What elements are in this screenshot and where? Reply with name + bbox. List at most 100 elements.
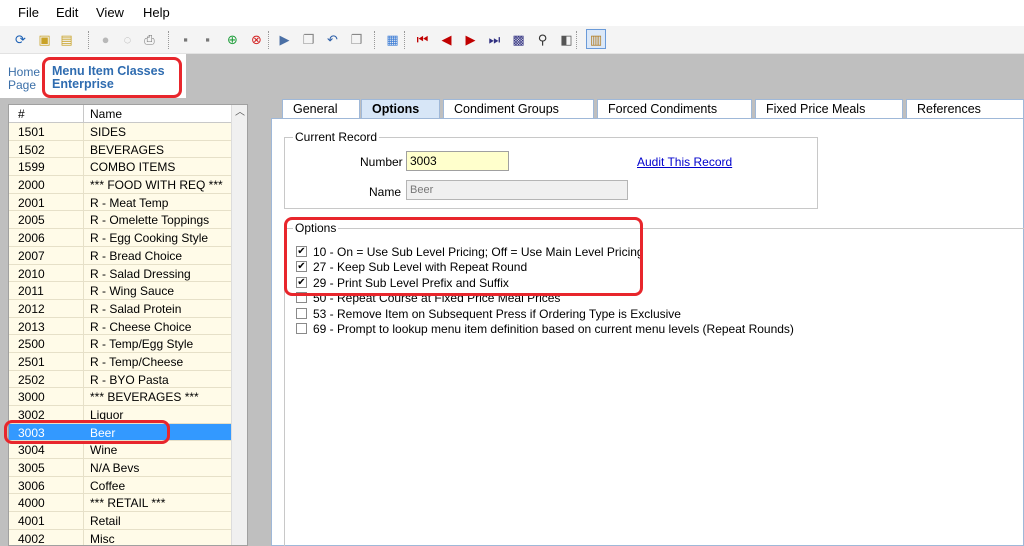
last-record-icon[interactable]: ⏭ <box>486 31 503 48</box>
copy-icon[interactable]: ❐ <box>300 31 317 48</box>
grid-view-icon[interactable]: ▥ <box>586 29 606 49</box>
column-header-number[interactable]: # <box>18 107 25 121</box>
add-icon[interactable]: ⊕ <box>224 31 241 48</box>
list-item-name: R - Temp/Egg Style <box>90 337 194 352</box>
list-item-name: SIDES <box>90 125 127 139</box>
current-record-title: Current Record <box>293 130 380 144</box>
export-icon[interactable]: ▦ <box>384 31 401 48</box>
undo-icon[interactable]: ↶ <box>324 31 341 48</box>
list-item-number: 1599 <box>18 160 45 175</box>
menu-view[interactable]: View <box>96 5 124 20</box>
tab-options[interactable]: Options <box>361 99 440 119</box>
list-item-number: 4002 <box>18 531 45 546</box>
filter-icon[interactable]: ◧ <box>558 31 575 48</box>
tab-general[interactable]: General <box>282 99 360 119</box>
breadcrumb-strip: Home Page Menu Item Classes Enterprise <box>0 54 1024 98</box>
tab-fixed-price-meals[interactable]: Fixed Price Meals <box>755 99 903 119</box>
list-item-number: 3006 <box>18 478 45 493</box>
tab-condiment-groups[interactable]: Condiment Groups <box>443 99 594 119</box>
list-item[interactable]: 3000 *** BEVERAGES *** <box>9 388 231 406</box>
list-item-name: R - Egg Cooking Style <box>90 231 209 246</box>
search-icon[interactable]: ⚲ <box>534 31 551 48</box>
list-item[interactable]: 2502 R - BYO Pasta <box>9 370 231 389</box>
toolbar-separator <box>268 31 269 49</box>
goto-record-icon[interactable]: ▩ <box>510 31 527 48</box>
list-item[interactable]: 3004 Wine <box>9 441 231 460</box>
list-item-number: 2011 <box>18 284 44 299</box>
menu-bar: File Edit View Help <box>0 0 1024 26</box>
toolbar: ⟳ ▣ ▤ ● ◌ ⎙ ▪ ▪ ⊕ ⊗ ▶ ❐ ↶ ❒ ▦ ⏮ ◀ ▶ ⏭ ▩ ⚲ ◧ ▥ <box>0 26 1024 54</box>
list-item[interactable]: 2010 R - Salad Dressing <box>9 264 231 283</box>
delete-icon[interactable]: ⊗ <box>248 31 265 48</box>
name-label: Name <box>369 185 402 199</box>
save-icon[interactable]: ▪ <box>177 31 194 48</box>
next-record-icon[interactable]: ▶ <box>462 31 479 48</box>
menu-help[interactable]: Help <box>143 5 170 20</box>
list-item-number: 4001 <box>18 514 45 529</box>
list-item[interactable]: 2001 R - Meat Temp <box>9 193 231 212</box>
print-icon[interactable]: ⎙ <box>141 31 158 48</box>
list-item-number: 2006 <box>18 231 45 246</box>
checkbox-unchecked[interactable] <box>296 307 307 319</box>
option-label: 10 - On = Use Sub Level Pricing; Off = U… <box>313 245 644 259</box>
checkbox-checked[interactable]: ✔ <box>296 261 307 273</box>
refresh-icon[interactable]: ⟳ <box>12 31 29 48</box>
checkbox-unchecked[interactable] <box>296 323 307 334</box>
tab-references[interactable]: References <box>906 99 1024 119</box>
list-item-name: COMBO ITEMS <box>90 160 176 175</box>
list-item[interactable]: 4000 *** RETAIL *** <box>9 494 231 513</box>
column-header-name[interactable]: Name <box>90 107 122 121</box>
checkbox-checked[interactable]: ✔ <box>296 246 307 257</box>
paste-special-icon[interactable]: ▶ <box>276 31 293 48</box>
list-item-name: R - Bread Choice <box>90 248 183 263</box>
list-item[interactable]: 2000 *** FOOD WITH REQ *** <box>9 176 231 194</box>
list-item[interactable]: 3005 N/A Bevs <box>9 459 231 477</box>
scroll-up-icon[interactable]: ︿ <box>232 105 247 121</box>
list-item-name: N/A Bevs <box>90 461 140 476</box>
list-item[interactable]: 3002 Liquor <box>9 406 231 424</box>
paste-icon[interactable]: ❒ <box>348 31 365 48</box>
disabled-circle-icon[interactable]: ● <box>97 31 114 48</box>
first-record-icon[interactable]: ⏮ <box>414 31 431 48</box>
list-item[interactable]: 4002 Misc <box>9 529 231 546</box>
list-item[interactable]: 1502 BEVERAGES <box>9 140 231 159</box>
new-window-icon[interactable]: ▣ <box>36 31 53 48</box>
checkbox-checked[interactable]: ✔ <box>296 276 307 288</box>
home-page-link-line2[interactable]: Page <box>8 78 36 92</box>
list-item[interactable]: 2013 R - Cheese Choice <box>9 317 231 336</box>
menu-file[interactable]: File <box>18 5 39 20</box>
audit-record-link[interactable]: Audit This Record <box>637 155 732 169</box>
option-label: 27 - Keep Sub Level with Repeat Round <box>313 260 528 275</box>
name-field[interactable] <box>406 180 628 200</box>
list-scrollbar[interactable]: ︿ <box>231 105 247 545</box>
list-item[interactable]: 1501 SIDES <box>9 123 231 141</box>
list-item[interactable]: 2501 R - Temp/Cheese <box>9 352 231 371</box>
list-item[interactable]: 3003 Beer <box>9 423 231 442</box>
list-item[interactable]: 4001 Retail <box>9 512 231 530</box>
list-item-number: 4000 <box>18 496 45 511</box>
copy-window-icon[interactable]: ▤ <box>58 31 75 48</box>
home-page-link-line1[interactable]: Home <box>8 65 40 79</box>
number-field[interactable] <box>406 151 509 171</box>
menu-edit[interactable]: Edit <box>56 5 78 20</box>
save-all-icon[interactable]: ▪ <box>199 31 216 48</box>
list-item[interactable]: 3006 Coffee <box>9 476 231 495</box>
list-item[interactable]: 2500 R - Temp/Egg Style <box>9 335 231 353</box>
list-item-name: R - Meat Temp <box>90 195 169 210</box>
list-item-number: 2005 <box>18 213 45 228</box>
tab-forced-condiments[interactable]: Forced Condiments <box>597 99 752 119</box>
toolbar-separator <box>576 31 577 49</box>
checkbox-unchecked[interactable] <box>296 292 307 304</box>
list-item[interactable]: 2011 R - Wing Sauce <box>9 282 231 300</box>
list-item[interactable]: 2007 R - Bread Choice <box>9 246 231 265</box>
list-item[interactable]: 1599 COMBO ITEMS <box>9 158 231 177</box>
list-item-number: 2012 <box>18 301 45 316</box>
toolbar-separator <box>168 31 169 49</box>
list-item[interactable]: 2006 R - Egg Cooking Style <box>9 229 231 247</box>
note-icon[interactable]: ◌ <box>119 31 136 48</box>
list-item[interactable]: 2005 R - Omelette Toppings <box>9 211 231 230</box>
toolbar-separator <box>374 31 375 49</box>
page-scope: Enterprise <box>52 77 114 91</box>
list-item[interactable]: 2012 R - Salad Protein <box>9 299 231 318</box>
previous-record-icon[interactable]: ◀ <box>438 31 455 48</box>
